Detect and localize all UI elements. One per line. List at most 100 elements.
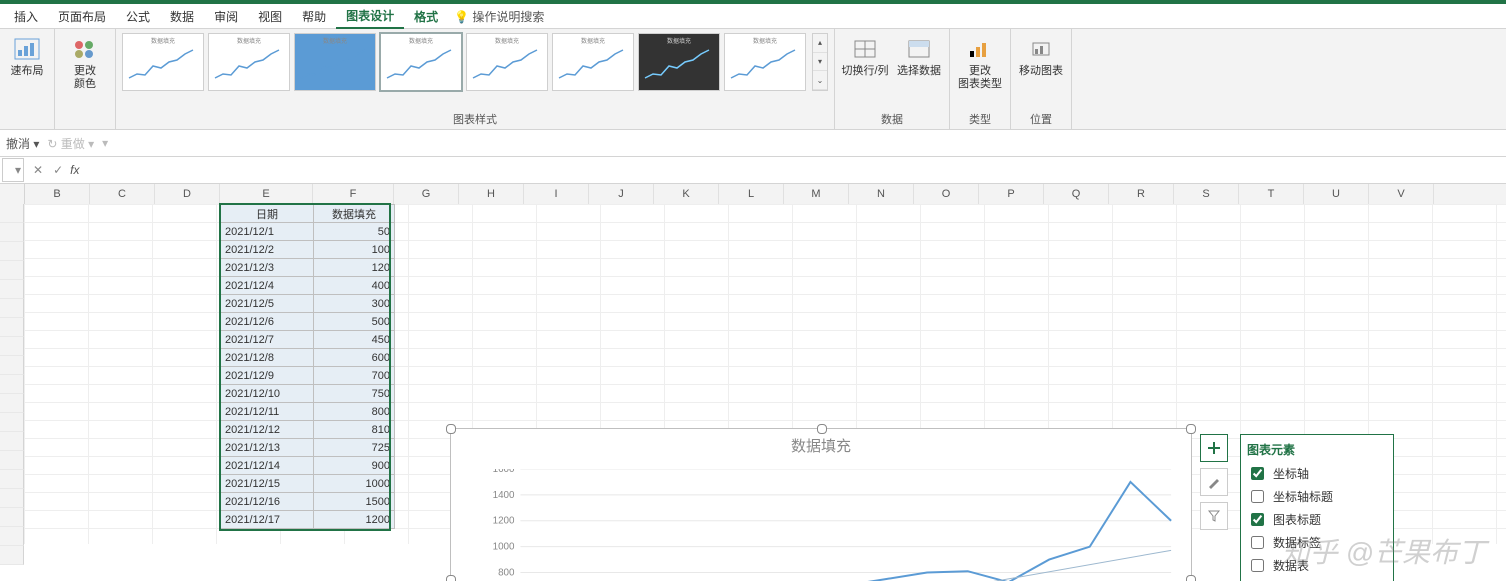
cell[interactable]: 700 xyxy=(314,367,395,385)
cell[interactable]: 725 xyxy=(314,439,395,457)
change-colors-button[interactable]: 更改 颜色 xyxy=(61,33,109,91)
checkbox[interactable] xyxy=(1251,490,1264,503)
tab-数据[interactable]: 数据 xyxy=(160,5,204,28)
switch-row-col-button[interactable]: 切换行/列 xyxy=(841,33,889,78)
spreadsheet-grid[interactable]: BCDEFGHIJKLMNOPQRSTUV 日期数据填充2021/12/1502… xyxy=(0,184,1506,544)
col-header[interactable]: H xyxy=(459,184,524,204)
change-chart-type-button[interactable]: 更改 图表类型 xyxy=(956,33,1004,91)
data-table[interactable]: 日期数据填充2021/12/1502021/12/21002021/12/312… xyxy=(220,204,395,529)
cell[interactable]: 450 xyxy=(314,331,395,349)
chart-style-thumb[interactable]: 数据填充 xyxy=(638,33,720,91)
cell[interactable]: 2021/12/3 xyxy=(221,259,314,277)
row-header[interactable] xyxy=(0,356,24,375)
select-data-button[interactable]: 选择数据 xyxy=(895,33,943,78)
checkbox[interactable] xyxy=(1251,559,1264,572)
cell[interactable]: 2021/12/6 xyxy=(221,313,314,331)
chart-style-thumb[interactable]: 数据填充 xyxy=(724,33,806,91)
resize-handle[interactable] xyxy=(446,575,456,581)
cell[interactable]: 100 xyxy=(314,241,395,259)
col-header[interactable]: D xyxy=(155,184,220,204)
resize-handle[interactable] xyxy=(1186,575,1196,581)
cell[interactable]: 300 xyxy=(314,295,395,313)
chart-elements-button[interactable] xyxy=(1200,434,1228,462)
row-header[interactable] xyxy=(0,432,24,451)
tab-图表设计[interactable]: 图表设计 xyxy=(336,4,404,29)
cell[interactable]: 900 xyxy=(314,457,395,475)
row-header[interactable] xyxy=(0,261,24,280)
cell[interactable]: 50 xyxy=(314,223,395,241)
fx-icon[interactable]: fx xyxy=(70,163,79,177)
row-header[interactable] xyxy=(0,546,24,565)
chart-style-thumb[interactable]: 数据填充 xyxy=(208,33,290,91)
cell[interactable]: 1200 xyxy=(314,511,395,529)
cell[interactable]: 1000 xyxy=(314,475,395,493)
col-header[interactable]: K xyxy=(654,184,719,204)
row-header[interactable] xyxy=(0,451,24,470)
cell[interactable]: 120 xyxy=(314,259,395,277)
table-header[interactable]: 数据填充 xyxy=(314,205,395,223)
chart-style-thumb[interactable]: 数据填充 xyxy=(466,33,548,91)
cell[interactable]: 2021/12/13 xyxy=(221,439,314,457)
chart-styles-button[interactable] xyxy=(1200,468,1228,496)
accept-formula-icon[interactable]: ✓ xyxy=(50,163,66,177)
chart-style-thumb[interactable]: 数据填充 xyxy=(380,33,462,91)
row-header[interactable] xyxy=(0,242,24,261)
col-header[interactable]: C xyxy=(90,184,155,204)
row-header[interactable] xyxy=(0,299,24,318)
checkbox[interactable] xyxy=(1251,536,1264,549)
row-header[interactable] xyxy=(0,280,24,299)
cell[interactable]: 750 xyxy=(314,385,395,403)
cell[interactable]: 810 xyxy=(314,421,395,439)
col-header[interactable]: N xyxy=(849,184,914,204)
row-header[interactable] xyxy=(0,508,24,527)
col-header[interactable]: I xyxy=(524,184,589,204)
cell[interactable]: 2021/12/1 xyxy=(221,223,314,241)
cell[interactable]: 1500 xyxy=(314,493,395,511)
chart-style-thumb[interactable]: 数据填充 xyxy=(122,33,204,91)
cell[interactable]: 2021/12/2 xyxy=(221,241,314,259)
checkbox[interactable] xyxy=(1251,467,1264,480)
resize-handle[interactable] xyxy=(817,424,827,434)
tab-插入[interactable]: 插入 xyxy=(4,5,48,28)
col-header[interactable]: S xyxy=(1174,184,1239,204)
chart-style-thumb[interactable]: 数据填充 xyxy=(552,33,634,91)
chart-element-option[interactable]: 数据表 xyxy=(1247,554,1387,577)
row-header[interactable] xyxy=(0,394,24,413)
tab-审阅[interactable]: 审阅 xyxy=(204,5,248,28)
col-header[interactable]: E xyxy=(220,184,313,204)
move-chart-button[interactable]: 移动图表 xyxy=(1017,33,1065,78)
chart-element-option[interactable]: 坐标轴 xyxy=(1247,462,1387,485)
cell[interactable]: 2021/12/5 xyxy=(221,295,314,313)
row-header[interactable] xyxy=(0,204,24,223)
chart-plot-area[interactable]: 020040060080010001200140016002021/12/120… xyxy=(481,469,1181,581)
cell[interactable]: 2021/12/8 xyxy=(221,349,314,367)
undo-button[interactable]: 撤消 ▾ xyxy=(6,135,39,152)
col-header[interactable]: Q xyxy=(1044,184,1109,204)
cell[interactable]: 2021/12/7 xyxy=(221,331,314,349)
chart-style-gallery[interactable]: 数据填充数据填充数据填充数据填充数据填充数据填充数据填充数据填充 xyxy=(122,33,806,91)
cell[interactable]: 2021/12/16 xyxy=(221,493,314,511)
quick-layout-button[interactable]: 速布局 xyxy=(6,33,48,78)
cell[interactable]: 2021/12/12 xyxy=(221,421,314,439)
col-header[interactable]: T xyxy=(1239,184,1304,204)
cell[interactable]: 2021/12/14 xyxy=(221,457,314,475)
table-header[interactable]: 日期 xyxy=(221,205,314,223)
resize-handle[interactable] xyxy=(1186,424,1196,434)
chart-element-option[interactable]: 误差线 xyxy=(1247,577,1387,581)
cell[interactable]: 400 xyxy=(314,277,395,295)
redo-button[interactable]: ↻ 重做 ▾ xyxy=(47,135,94,152)
row-header[interactable] xyxy=(0,470,24,489)
name-box[interactable]: ▾ xyxy=(2,158,24,182)
chart-style-thumb[interactable]: 数据填充 xyxy=(294,33,376,91)
row-header[interactable] xyxy=(0,375,24,394)
chart-element-option[interactable]: 坐标轴标题 xyxy=(1247,485,1387,508)
cell[interactable]: 600 xyxy=(314,349,395,367)
chart-element-option[interactable]: 数据标签 xyxy=(1247,531,1387,554)
tab-帮助[interactable]: 帮助 xyxy=(292,5,336,28)
col-header[interactable]: R xyxy=(1109,184,1174,204)
col-header[interactable]: O xyxy=(914,184,979,204)
gallery-expand-button[interactable]: ▴▾⌄ xyxy=(812,33,828,91)
tab-页面布局[interactable]: 页面布局 xyxy=(48,5,116,28)
cell[interactable]: 2021/12/15 xyxy=(221,475,314,493)
cell[interactable]: 2021/12/10 xyxy=(221,385,314,403)
